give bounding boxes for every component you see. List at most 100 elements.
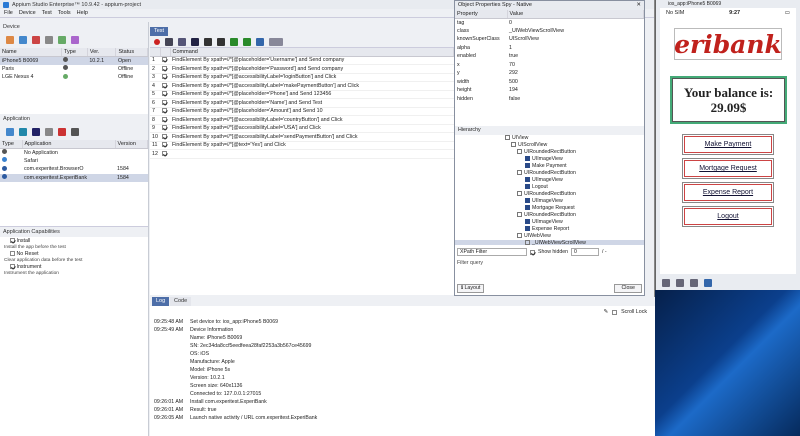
redo-icon[interactable] xyxy=(217,37,225,46)
step-checkbox[interactable] xyxy=(162,116,167,122)
record-icon[interactable] xyxy=(154,38,160,45)
close-device-icon[interactable] xyxy=(32,36,40,44)
col-status[interactable]: Status xyxy=(115,48,148,57)
rotate-icon[interactable] xyxy=(676,278,684,287)
refresh-device-icon[interactable] xyxy=(58,36,66,44)
table-row[interactable]: Safari xyxy=(0,157,148,166)
tree-node[interactable]: UIView xyxy=(455,135,644,142)
table-row[interactable]: x 70 xyxy=(455,61,644,70)
mortgage-request-button[interactable]: Mortgage Request xyxy=(682,158,774,179)
table-row[interactable]: tag 0 xyxy=(455,18,644,27)
tree-node[interactable]: UIWebView xyxy=(455,233,644,240)
save-icon[interactable] xyxy=(191,37,199,46)
install-app-icon[interactable] xyxy=(6,128,14,136)
table-row[interactable]: 9 FindElement By xpath=//*[@accessibility… xyxy=(150,124,454,133)
tree-node[interactable]: UIImageView xyxy=(455,156,644,163)
table-row[interactable]: width 500 xyxy=(455,78,644,87)
tree-node[interactable]: UIImageView xyxy=(455,198,644,205)
xpath-filter-select[interactable]: XPath Filter xyxy=(457,248,527,256)
menu-test[interactable]: Test xyxy=(42,10,52,16)
step-checkbox[interactable] xyxy=(162,125,167,131)
table-row[interactable]: 5 FindElement By xpath=//*[@placeholder='… xyxy=(150,90,454,99)
app-info-icon[interactable] xyxy=(71,128,79,136)
table-row[interactable]: 4 FindElement By xpath=//*[@accessibility… xyxy=(150,81,454,91)
uninstall-app-icon[interactable] xyxy=(58,128,66,136)
make-payment-button[interactable]: Make Payment xyxy=(682,134,774,155)
table-row[interactable]: 2 FindElement By xpath=//*[@placeholder='… xyxy=(150,64,454,74)
export-icon[interactable] xyxy=(256,37,264,46)
add-device-icon[interactable] xyxy=(6,36,14,44)
col-ver[interactable]: Ver. xyxy=(87,48,117,57)
col-command[interactable]: Command xyxy=(170,48,454,57)
col-type[interactable]: Type xyxy=(61,48,88,57)
step-checkbox[interactable] xyxy=(162,133,167,139)
stop-app-icon[interactable] xyxy=(32,128,40,136)
tree-node[interactable]: UIImageView xyxy=(455,177,644,184)
table-row[interactable]: 3 FindElement By xpath=//*[@accessibility… xyxy=(150,73,454,82)
col-application[interactable]: Application xyxy=(22,140,116,149)
step-checkbox[interactable] xyxy=(162,150,167,156)
tree-node[interactable]: UIScrollView xyxy=(455,142,644,149)
logout-button[interactable]: Logout xyxy=(682,206,774,227)
filter-query-input[interactable]: Filter query xyxy=(457,260,483,266)
table-row[interactable]: 7 FindElement By xpath=//*[@placeholder='… xyxy=(150,107,454,116)
table-row[interactable]: class _UIWebViewScrollView xyxy=(455,27,644,36)
instrument-checkbox[interactable] xyxy=(10,264,15,270)
pencil-icon[interactable]: ✎ xyxy=(604,309,608,315)
col-property[interactable]: Property xyxy=(455,10,508,19)
menu-tools[interactable]: Tools xyxy=(58,10,71,16)
step-checkbox[interactable] xyxy=(162,91,167,97)
table-row[interactable]: height 194 xyxy=(455,86,644,95)
step-checkbox[interactable] xyxy=(162,99,167,105)
table-row[interactable]: Paris Offline xyxy=(0,65,148,74)
table-row[interactable]: com.experitest.ExperiBank 1584 xyxy=(0,173,148,182)
options-icon[interactable] xyxy=(269,37,283,46)
undo-icon[interactable] xyxy=(204,37,212,46)
layout-button[interactable]: ℹ Layout xyxy=(457,284,485,293)
step-checkbox[interactable] xyxy=(162,108,167,114)
screenshot-icon[interactable] xyxy=(690,278,698,287)
table-row[interactable]: 8 FindElement By xpath=//*[@accessibility… xyxy=(150,115,454,125)
step-checkbox[interactable] xyxy=(162,142,167,148)
home-icon[interactable] xyxy=(662,278,670,287)
table-row[interactable]: enabled true xyxy=(455,52,644,61)
table-row[interactable]: hidden false xyxy=(455,95,644,104)
tree-node[interactable]: _UIWebViewScrollView xyxy=(455,240,644,245)
match-index-input[interactable]: 0 xyxy=(571,248,599,256)
menu-file[interactable]: File xyxy=(4,10,13,16)
menu-help[interactable]: Help xyxy=(77,10,88,16)
tree-node[interactable]: Logout xyxy=(455,184,644,191)
table-row[interactable]: y 292 xyxy=(455,69,644,78)
table-row[interactable]: 10 FindElement By xpath=//*[@accessibilit… xyxy=(150,132,454,142)
tree-node[interactable]: Mortgage Request xyxy=(455,205,644,212)
step-checkbox[interactable] xyxy=(162,65,167,71)
download-icon[interactable] xyxy=(704,278,712,287)
col-name[interactable]: Name xyxy=(0,48,62,57)
device-info-icon[interactable] xyxy=(71,36,79,44)
tree-node[interactable]: Make Payment xyxy=(455,163,644,170)
run-icon[interactable] xyxy=(230,37,238,46)
scroll-lock-checkbox[interactable] xyxy=(612,309,618,315)
open-device-icon[interactable] xyxy=(19,36,27,44)
show-hidden-checkbox[interactable] xyxy=(530,249,535,255)
menu-device[interactable]: Device xyxy=(19,10,36,16)
run-step-icon[interactable] xyxy=(243,37,251,46)
tab-test[interactable]: Test xyxy=(150,27,169,36)
col-app-type[interactable]: Type xyxy=(0,140,23,149)
tree-node[interactable]: Expense Report xyxy=(455,226,644,233)
tree-node[interactable]: UIRoundedRectButton xyxy=(455,149,644,156)
clean-app-icon[interactable] xyxy=(45,128,53,136)
tree-node[interactable]: UIImageView xyxy=(455,219,644,226)
step-checkbox[interactable] xyxy=(162,74,167,80)
table-row[interactable]: 11 FindElement By xpath=//*[@text='Yes'] … xyxy=(150,141,454,150)
col-version[interactable]: Version xyxy=(115,140,149,149)
table-row[interactable]: com.experitest.BrowserO 1584 xyxy=(0,165,148,174)
table-row[interactable]: alpha 1 xyxy=(455,44,644,53)
step-checkbox[interactable] xyxy=(162,82,167,88)
no-reset-checkbox[interactable] xyxy=(10,251,15,257)
close-icon[interactable]: ✕ xyxy=(636,1,641,10)
tab-log[interactable]: Log xyxy=(152,297,170,306)
tab-code[interactable]: Code xyxy=(170,297,192,306)
tree-node[interactable]: UIRoundedRectButton xyxy=(455,212,644,219)
table-row[interactable]: No Application xyxy=(0,148,148,157)
